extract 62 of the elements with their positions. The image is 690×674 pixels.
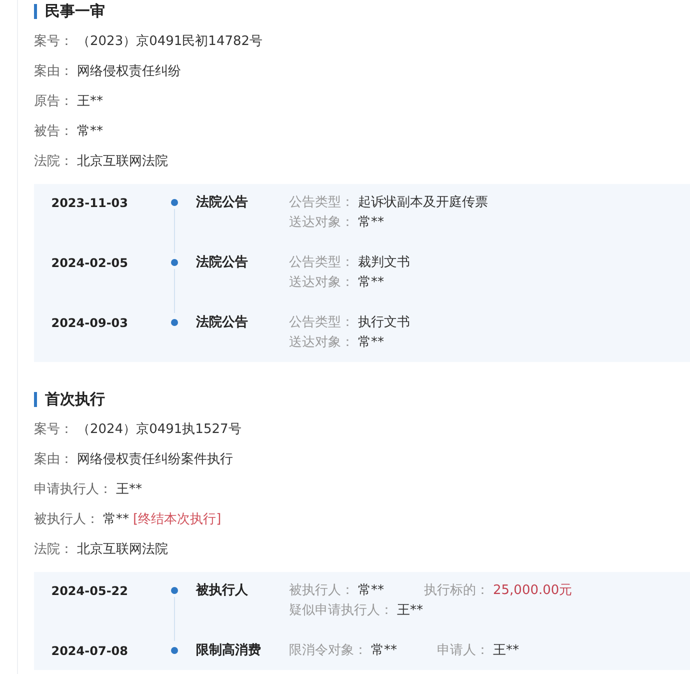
heading-accent-bar	[34, 4, 37, 18]
detail-label: 限消令对象：	[289, 643, 367, 658]
detail-value: 常**	[358, 335, 384, 350]
field-value: 北京互联网法院	[77, 541, 168, 558]
detail-label: 申请人：	[437, 643, 489, 658]
detail-value: 常**	[358, 583, 384, 598]
timeline-date: 2024-05-22	[50, 583, 128, 600]
field-label: 案号：	[34, 421, 73, 438]
detail-value: 25,000.00元	[493, 583, 572, 598]
field-value: 常**	[103, 511, 129, 528]
timeline-dot	[170, 199, 178, 206]
field-value: 王**	[77, 93, 103, 110]
section-heading: 首次执行	[45, 390, 105, 408]
detail-value: 王**	[493, 643, 519, 658]
detail-value: 王**	[397, 603, 423, 618]
timeline-date: 2024-09-03	[50, 315, 128, 332]
detail-label: 公告类型：	[289, 255, 354, 270]
event-title: 限制高消费	[195, 642, 262, 660]
timeline-date: 2024-02-05	[50, 255, 128, 272]
field-value: （2024）京0491执1527号	[77, 421, 242, 438]
timeline-dot	[170, 259, 178, 266]
field-value: 常**	[77, 123, 103, 140]
field-label: 申请执行人：	[34, 481, 112, 498]
timeline-date: 2024-07-08	[50, 643, 128, 660]
field-value: 北京互联网法院	[77, 153, 168, 170]
field-value: （2023）京0491民初14782号	[77, 33, 263, 50]
detail-value: 执行文书	[358, 315, 410, 330]
timeline-dot	[170, 647, 178, 654]
field-label: 案号：	[34, 33, 73, 50]
heading-accent-bar	[34, 392, 37, 406]
detail-label: 送达对象：	[289, 335, 354, 350]
detail-value: 常**	[358, 215, 384, 230]
detail-label: 公告类型：	[289, 315, 354, 330]
detail-label: 送达对象：	[289, 215, 354, 230]
field-label: 法院：	[34, 153, 73, 170]
timeline-dot	[170, 587, 178, 594]
detail-value: 常**	[371, 643, 397, 658]
field-value: 网络侵权责任纠纷	[77, 63, 181, 80]
timeline-dot	[170, 319, 178, 326]
detail-label: 疑似申请执行人：	[289, 603, 393, 618]
status-tag: [终结本次执行]	[133, 510, 222, 528]
event-title: 法院公告	[195, 194, 249, 212]
event-title: 法院公告	[195, 254, 249, 272]
field-value: 王**	[116, 481, 142, 498]
detail-label: 公告类型：	[289, 195, 354, 210]
detail-label: 执行标的：	[424, 583, 489, 598]
field-label: 被告：	[34, 123, 73, 140]
detail-value: 起诉状副本及开庭传票	[358, 195, 488, 210]
event-title: 被执行人	[194, 582, 249, 600]
detail-label: 被执行人：	[289, 583, 354, 598]
field-label: 案由：	[34, 63, 73, 80]
field-label: 被执行人：	[34, 511, 99, 528]
timeline-date: 2023-11-03	[50, 195, 128, 212]
field-label: 法院：	[34, 541, 73, 558]
field-value: 网络侵权责任纠纷案件执行	[77, 451, 233, 468]
detail-value: 裁判文书	[358, 255, 410, 270]
field-label: 原告：	[34, 93, 73, 110]
detail-value: 常**	[358, 275, 384, 290]
event-title: 法院公告	[195, 314, 249, 332]
detail-label: 送达对象：	[289, 275, 354, 290]
section-heading: 民事一审	[45, 2, 105, 20]
field-label: 案由：	[34, 451, 73, 468]
